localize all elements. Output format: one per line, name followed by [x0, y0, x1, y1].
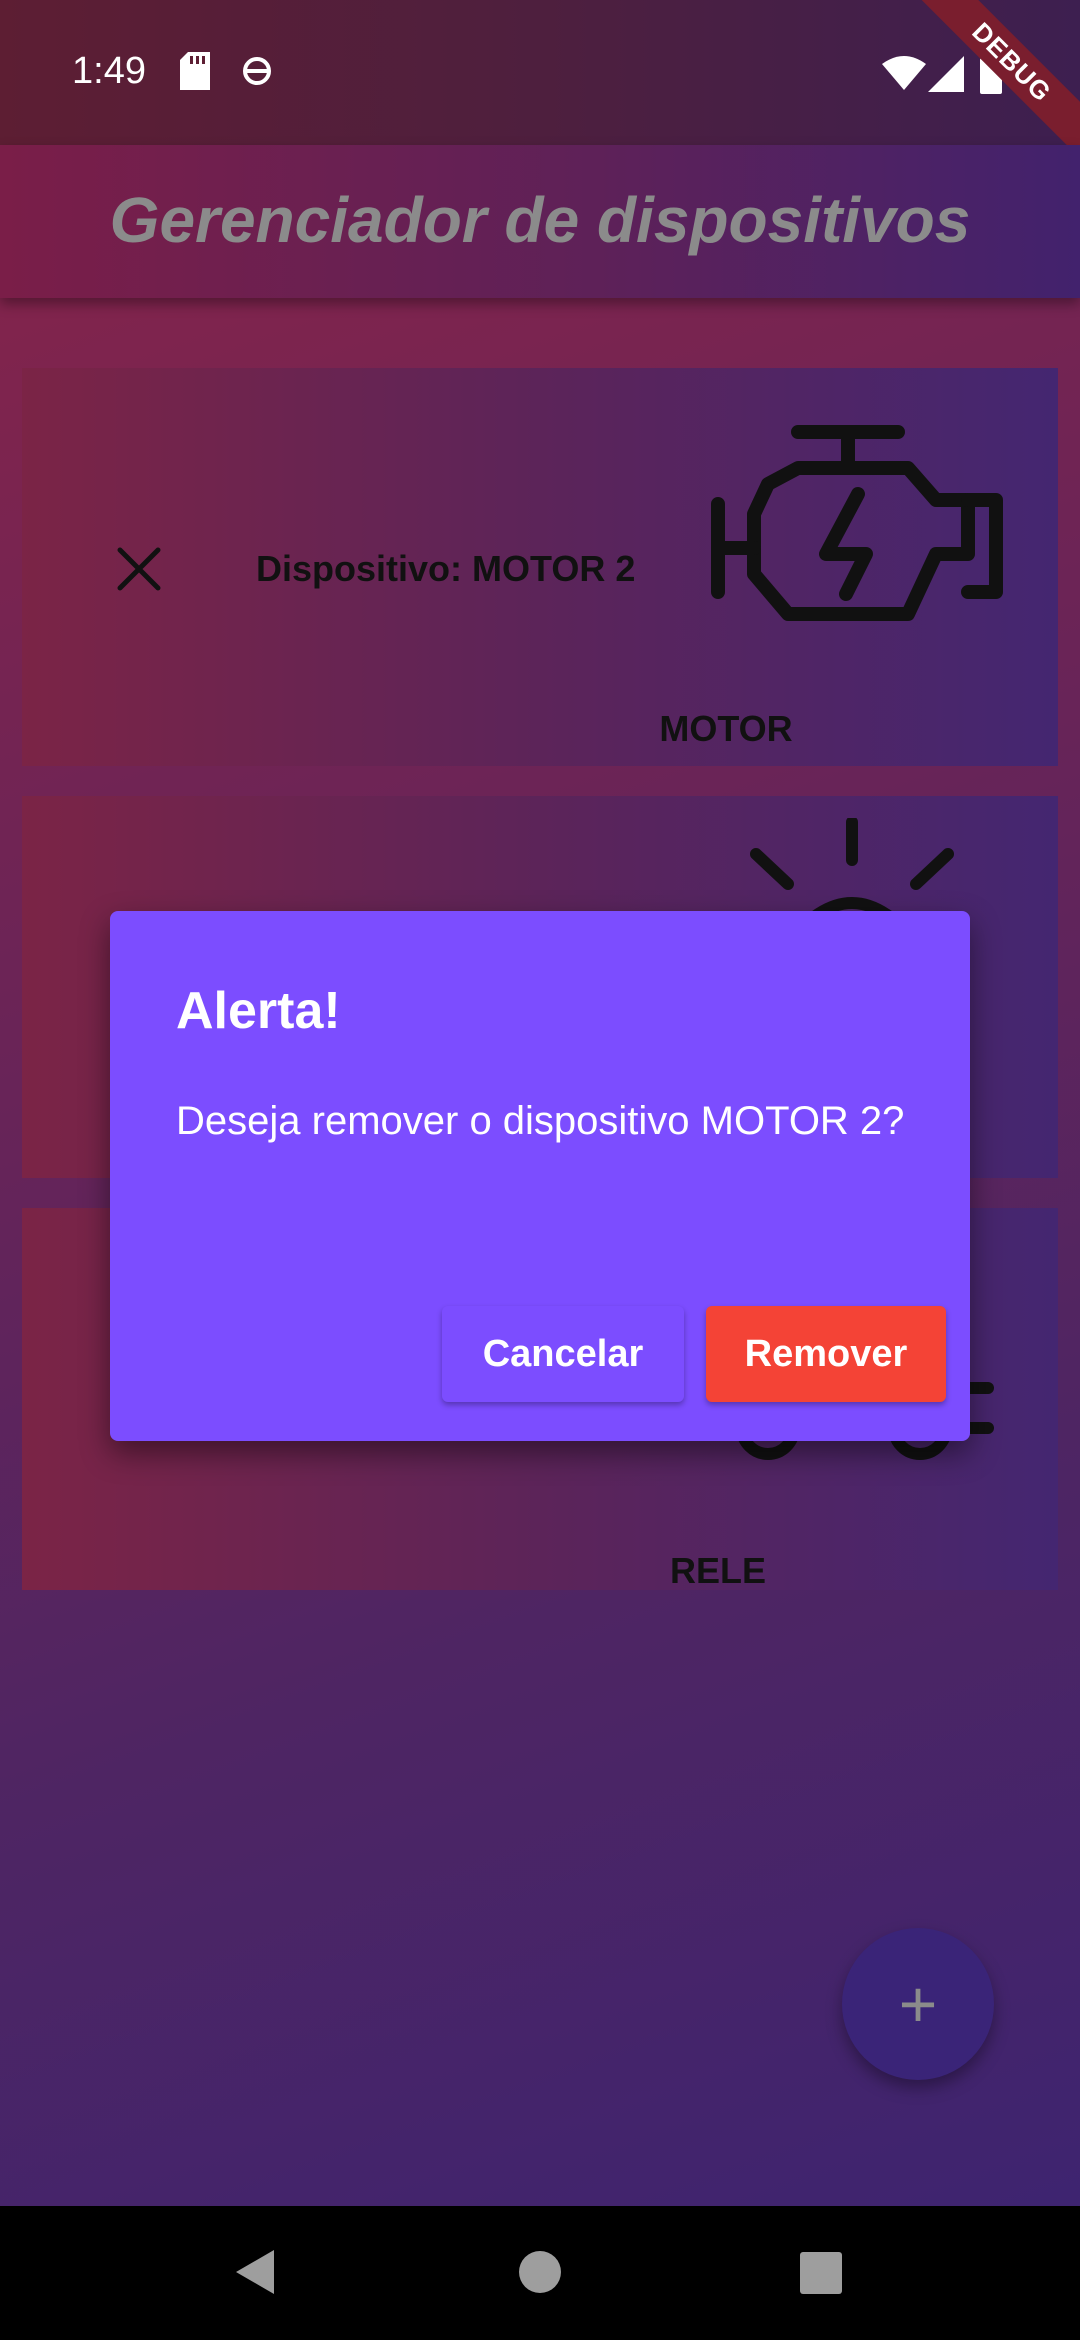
home-icon[interactable] — [518, 2250, 562, 2299]
app-screen: 1:49 DEBUG Gerenciador de dispositivos D… — [0, 0, 1080, 2206]
remove-button[interactable]: Remover — [706, 1306, 946, 1402]
back-icon[interactable] — [234, 2248, 276, 2301]
dialog-message: Deseja remover o dispositivo MOTOR 2? — [176, 1099, 905, 1143]
alert-dialog: Alerta! Deseja remover o dispositivo MOT… — [110, 911, 970, 1441]
recents-icon[interactable] — [800, 2252, 842, 2299]
dialog-title: Alerta! — [176, 982, 341, 1040]
navigation-bar — [0, 2206, 1080, 2340]
cancel-button[interactable]: Cancelar — [442, 1306, 684, 1402]
